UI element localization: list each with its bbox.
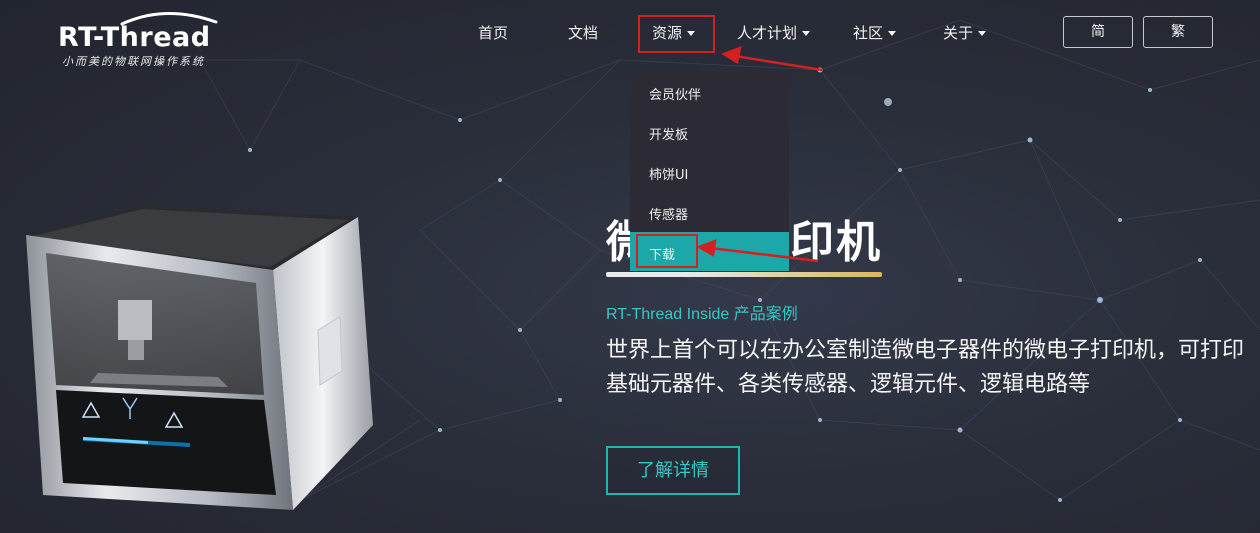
learn-more-button[interactable]: 了解详情: [606, 446, 740, 495]
nav-home[interactable]: 首页: [478, 22, 508, 44]
chevron-down-icon: [978, 31, 987, 36]
nav-community-label: 社区: [853, 24, 884, 42]
dropdown-item-sensors[interactable]: 传感器: [649, 204, 688, 223]
resources-dropdown-menu: 会员伙伴 开发板 柿饼UI 传感器 下载: [630, 72, 789, 272]
hero-subtitle: RT-Thread Inside 产品案例: [606, 306, 798, 323]
nav-about-label: 关于: [943, 24, 974, 42]
hero-description-line-2: 基础元器件、各类传感器、逻辑元件、逻辑电路等: [606, 372, 1091, 397]
dropdown-item-dev-boards[interactable]: 开发板: [649, 124, 688, 143]
nav-docs[interactable]: 文档: [568, 22, 598, 44]
hero-title-underline: [606, 272, 882, 277]
nav-talent-label: 人才计划: [737, 24, 798, 42]
chevron-down-icon: [888, 31, 897, 36]
printer-image: [26, 205, 373, 510]
nav-docs-label: 文档: [568, 24, 599, 42]
top-navigation: 首页 文档 资源 人才计划 社区 关于 简 繁: [0, 0, 1260, 66]
hero-description: 世界上首个可以在办公室制造微电子器件的微电子打印机，可打印 基础元器件、各类传感…: [606, 334, 1256, 402]
nav-community[interactable]: 社区: [853, 22, 897, 44]
nav-talent[interactable]: 人才计划: [737, 22, 811, 44]
chevron-down-icon: [802, 31, 811, 36]
traditional-chinese-button[interactable]: 繁: [1143, 16, 1213, 48]
dropdown-item-members[interactable]: 会员伙伴: [649, 84, 701, 103]
annotation-highlight-resources: [638, 15, 715, 53]
nav-home-label: 首页: [478, 24, 509, 42]
annotation-highlight-download: [636, 234, 698, 268]
hero-description-line-1: 世界上首个可以在办公室制造微电子器件的微电子打印机，可打印: [606, 338, 1245, 363]
dropdown-item-persimmon-ui[interactable]: 柿饼UI: [649, 164, 688, 183]
simplified-chinese-button[interactable]: 简: [1063, 16, 1133, 48]
nav-about[interactable]: 关于: [943, 22, 987, 44]
